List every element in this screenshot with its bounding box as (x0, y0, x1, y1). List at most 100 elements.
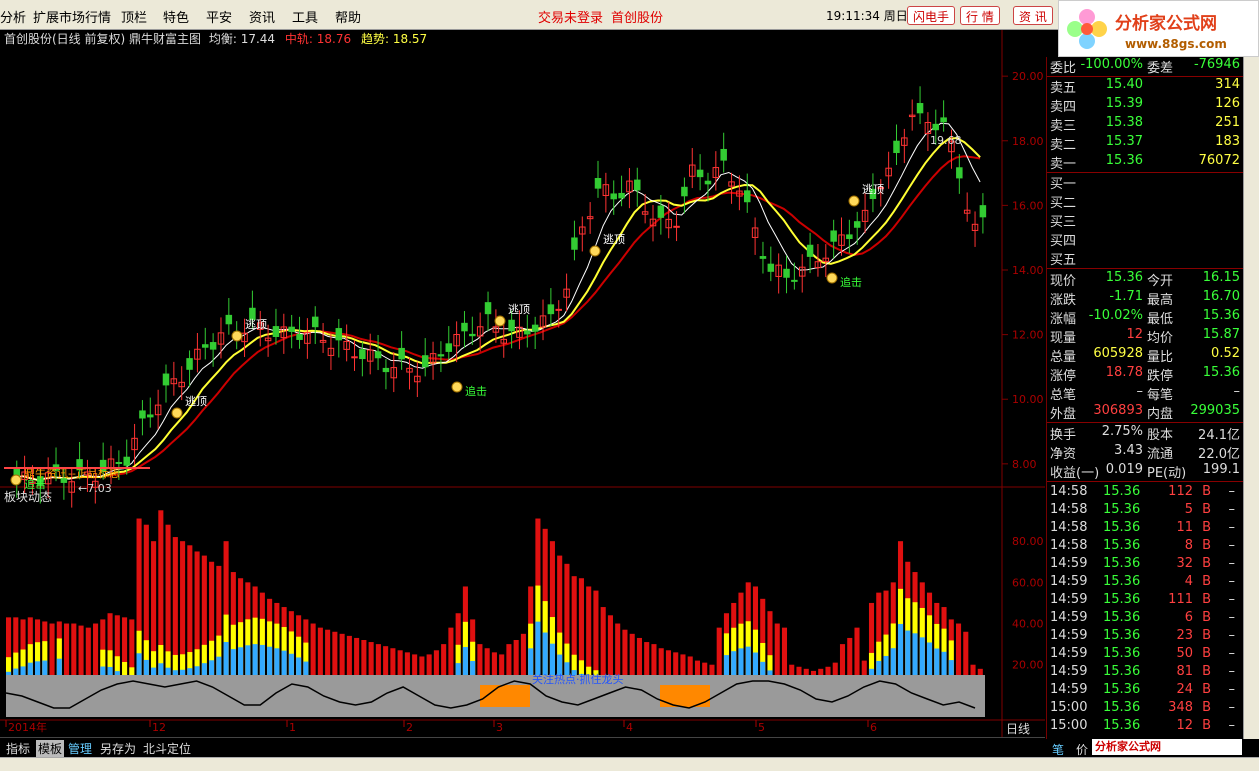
mid-value: 18.76 (316, 32, 352, 46)
row-label: 卖五 (1050, 81, 1077, 96)
sector-bar-blue (897, 623, 904, 675)
sector-bar-red (716, 627, 722, 675)
sector-bar-blue (296, 657, 302, 675)
tick-dash: – (1228, 664, 1236, 679)
current-stock: 首创股份 (611, 11, 664, 26)
menu-analysis[interactable]: 分析 (0, 7, 26, 26)
tick-price: 15.36 (1103, 700, 1141, 715)
quote-button[interactable]: 行 情 (960, 6, 1000, 25)
row-value: 15.39 (1105, 96, 1143, 111)
sector-bar-red (332, 631, 338, 675)
tab-beidou[interactable]: 北斗定位 (143, 740, 191, 757)
tick-dash: – (1228, 556, 1236, 571)
row-value-2: 183 (1215, 134, 1240, 149)
login-status[interactable]: 交易未登录 (538, 7, 603, 26)
row-label: 总量 (1050, 350, 1077, 365)
sector-bar-red (709, 664, 715, 675)
avg-value: 17.44 (240, 32, 276, 46)
row-label-2: 股本 (1147, 428, 1174, 443)
row-label: 现价 (1050, 274, 1077, 289)
tick-side: B (1202, 700, 1211, 715)
menu-help[interactable]: 帮助 (335, 7, 361, 26)
sector-tick-label: 20.00 (1012, 659, 1044, 672)
row-label-2: 量比 (1147, 350, 1174, 365)
news-button[interactable]: 资 讯 (1013, 6, 1053, 25)
tick-side: B (1202, 574, 1211, 589)
row-label-2: 流通 (1147, 447, 1174, 462)
fundamental-row: 收益(一) 0.019 PE(动) 199.1 (1047, 462, 1243, 481)
sector-bar-red (694, 660, 701, 675)
period-label[interactable]: 日线 (1006, 720, 1030, 737)
price-tick-label: 12.00 (1012, 329, 1044, 342)
sector-bar-red (346, 635, 352, 675)
stat-row: 涨跌 -1.71 最高 16.70 (1047, 289, 1243, 308)
sector-bar-blue (20, 666, 26, 675)
tab-template[interactable]: 模板 (36, 740, 65, 757)
menu-pingan[interactable]: 平安 (206, 7, 232, 26)
sector-bar-blue (542, 632, 548, 675)
bid-row: 买五 (1047, 249, 1243, 268)
tab-manage[interactable]: 管理 (68, 740, 92, 757)
menu-extended-market[interactable]: 扩展市场行情 (33, 7, 111, 26)
tab-price[interactable]: 价 (1076, 741, 1088, 758)
tab-save-as[interactable]: 另存为 (100, 740, 136, 757)
row-label: 卖四 (1050, 100, 1077, 115)
tick-dash: – (1228, 502, 1236, 517)
row-label: 卖二 (1050, 138, 1077, 153)
sector-bar-red (774, 623, 780, 675)
row-value-2: 76072 (1198, 153, 1240, 168)
sector-bar-red (397, 650, 403, 675)
menu-topbar[interactable]: 顶栏 (121, 7, 147, 26)
tick-side: B (1202, 556, 1211, 571)
tick-volume: 81 (1176, 664, 1193, 679)
price-tick-label: 20.00 (1012, 70, 1044, 83)
row-label-2: 今开 (1147, 274, 1174, 289)
sector-bar-blue (883, 655, 889, 675)
sector-bar-blue (752, 652, 759, 675)
escape-top-signal: 逃顶 (185, 395, 207, 408)
candle-body (696, 169, 704, 178)
sector-bar-blue (876, 660, 882, 675)
row-label-2: 最高 (1147, 293, 1174, 308)
tab-indicator[interactable]: 指标 (6, 740, 30, 757)
sector-bar-red (810, 670, 817, 675)
tick-price: 15.36 (1103, 574, 1141, 589)
sector-bar-blue (259, 644, 265, 675)
candle-body (524, 330, 531, 335)
date-tick-label: 2014年 (8, 720, 47, 734)
escape-top-signal: 逃顶 (603, 233, 625, 246)
tick-dash: – (1228, 700, 1236, 715)
row-value-2: – (1233, 384, 1241, 399)
sector-bar-red (644, 642, 650, 675)
sector-bar-red (484, 648, 490, 675)
sector-bar-blue (912, 633, 918, 675)
menu-tools[interactable]: 工具 (292, 7, 318, 26)
candle-body (272, 326, 280, 338)
tab-ticks[interactable]: 笔 (1052, 741, 1064, 758)
sector-bar-blue (6, 671, 12, 675)
tick-time: 14:58 (1050, 520, 1088, 535)
tick-time: 14:59 (1050, 646, 1088, 661)
flash-trade-button[interactable]: 闪电手 (907, 6, 956, 25)
menu-features[interactable]: 特色 (163, 7, 189, 26)
sector-bar-blue (905, 630, 911, 675)
candle-body (594, 178, 602, 189)
candle-body (893, 140, 900, 154)
row-value-2: 126 (1215, 96, 1240, 111)
sector-bar-blue (528, 648, 534, 675)
sector-bar-red (847, 637, 853, 675)
candle-body (759, 256, 767, 259)
sector-bar-blue (187, 668, 193, 675)
row-value-2: 24.1亿 (1198, 428, 1240, 443)
vertical-scrollbar[interactable] (1243, 57, 1259, 757)
stock-chart[interactable]: 逃顶逃顶逃顶逃顶逃顶追击追击追击19.68←7.03鼎牛资讯--正品标志 20.… (0, 30, 1045, 737)
row-value: -1.71 (1109, 289, 1143, 304)
tick-side: B (1202, 718, 1211, 733)
bid-row: 买二 (1047, 192, 1243, 211)
row-value: -10.02% (1088, 308, 1143, 323)
sector-bar-yellow (122, 661, 128, 675)
sector-bar-red (499, 654, 505, 675)
menu-news[interactable]: 资讯 (249, 7, 275, 26)
bid-row: 买四 (1047, 230, 1243, 249)
candle-body (940, 117, 947, 123)
